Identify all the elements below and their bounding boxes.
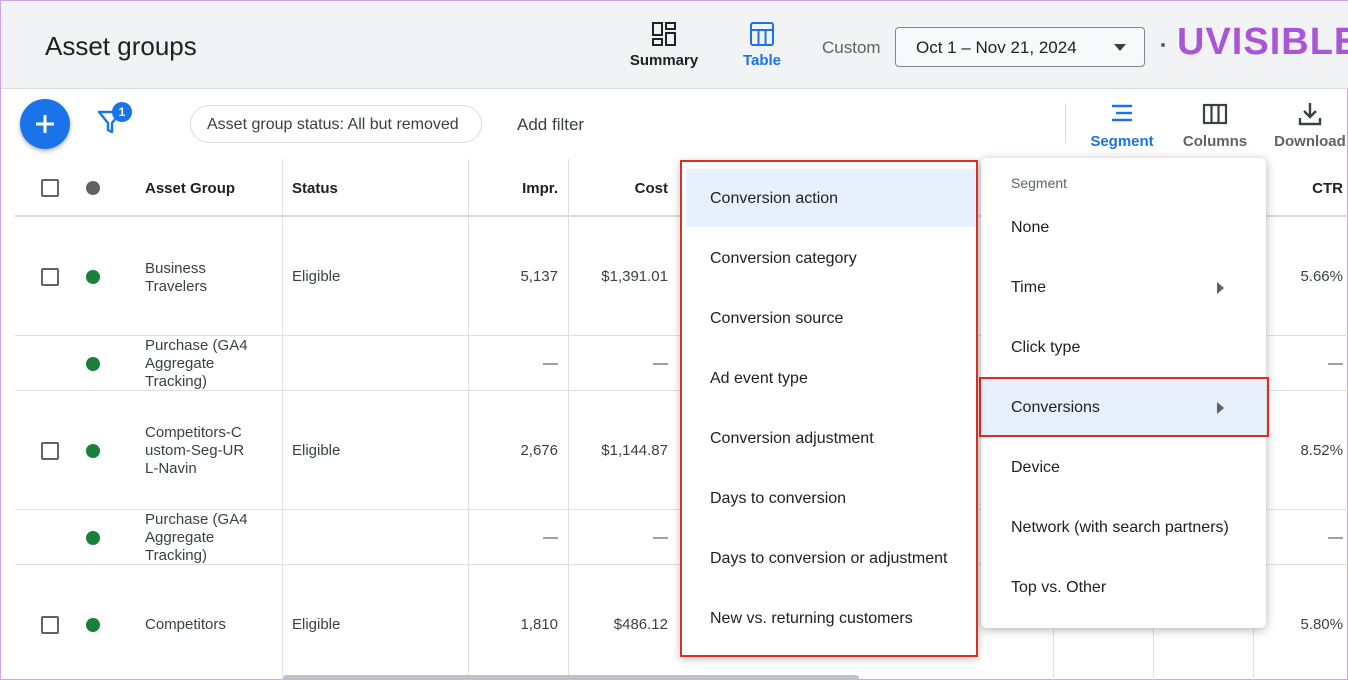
ctr-value: 5.66% xyxy=(1300,268,1343,285)
status-value: Eligible xyxy=(292,442,341,459)
menu-item-label: Time xyxy=(1011,279,1046,296)
segment-menu-title: Segment xyxy=(1011,175,1068,191)
conversion-goal-name: Purchase (GA4 Aggregate Tracking) xyxy=(145,511,248,564)
add-filter-button[interactable]: Add filter xyxy=(517,115,584,135)
ad-event-type-item[interactable]: Ad event type xyxy=(686,349,976,407)
date-range-value: Oct 1 – Nov 21, 2024 xyxy=(916,38,1077,57)
conversion-adjustment-item[interactable]: Conversion adjustment xyxy=(686,409,976,467)
segment-icon xyxy=(1112,104,1132,122)
segment-button[interactable]: Segment xyxy=(1077,101,1167,151)
create-button[interactable] xyxy=(20,99,70,149)
chevron-right-icon xyxy=(1217,282,1224,294)
caret-down-icon xyxy=(1114,44,1126,51)
header-ctr[interactable]: CTR xyxy=(1254,180,1343,197)
segment-menu: Segment None Time Click type Conversions… xyxy=(981,158,1266,628)
impr-value: 2,676 xyxy=(520,442,558,459)
conversion-category-item[interactable]: Conversion category xyxy=(686,229,976,287)
chevron-right-icon xyxy=(1217,402,1224,414)
impr-value: — xyxy=(543,355,558,372)
segment-device[interactable]: Device xyxy=(981,438,1266,496)
status-value: Eligible xyxy=(292,268,341,285)
new-vs-returning-customers-item[interactable]: New vs. returning customers xyxy=(686,589,976,647)
days-to-conversion-item[interactable]: Days to conversion xyxy=(686,469,976,527)
cost-value: $486.12 xyxy=(613,616,668,633)
download-icon xyxy=(1298,103,1322,126)
row-checkbox[interactable] xyxy=(41,442,59,460)
separator-dot xyxy=(1161,43,1165,47)
date-range-label: Custom xyxy=(822,38,881,57)
menu-item-label: Click type xyxy=(1011,339,1081,356)
asset-group-name[interactable]: Business Travelers xyxy=(145,260,255,296)
row-checkbox[interactable] xyxy=(41,268,59,286)
conversion-action-item[interactable]: Conversion action xyxy=(686,169,976,227)
page-header: Asset groups Summary Table Custom Oct 1 … xyxy=(1,1,1348,89)
plus-icon xyxy=(36,115,54,133)
eligible-status-dot xyxy=(86,444,100,458)
table-view-label: Table xyxy=(742,52,782,69)
brand-logo: UVISIBLE xyxy=(1177,21,1348,63)
segment-label: Segment xyxy=(1090,133,1154,150)
summary-view-button[interactable]: Summary xyxy=(619,21,709,70)
download-button[interactable]: Download xyxy=(1265,101,1348,151)
menu-item-label: Top vs. Other xyxy=(1011,579,1107,596)
impr-value: 5,137 xyxy=(520,268,558,285)
filter-count-badge: 1 xyxy=(112,102,132,122)
toolbar-divider xyxy=(1065,103,1066,143)
ctr-value: 5.80% xyxy=(1300,616,1343,633)
conversion-source-item[interactable]: Conversion source xyxy=(686,289,976,347)
table-view-button[interactable]: Table xyxy=(717,21,807,70)
cost-value: — xyxy=(653,355,668,372)
impr-value: — xyxy=(543,529,558,546)
row-checkbox[interactable] xyxy=(41,616,59,634)
date-range-select[interactable]: Oct 1 – Nov 21, 2024 xyxy=(895,27,1145,67)
eligible-status-dot xyxy=(86,531,100,545)
segment-top-vs-other[interactable]: Top vs. Other xyxy=(981,558,1266,616)
segment-conversions[interactable]: Conversions xyxy=(981,378,1266,436)
conversion-goal-name: Purchase (GA4 Aggregate Tracking) xyxy=(145,337,248,390)
conversions-submenu: Conversion action Conversion category Co… xyxy=(680,160,978,657)
impr-value: 1,810 xyxy=(520,616,558,633)
status-filter-chip[interactable]: Asset group status: All but removed xyxy=(190,105,482,143)
header-impr[interactable]: Impr. xyxy=(469,180,558,197)
table-icon xyxy=(750,22,774,46)
menu-item-label: Conversions xyxy=(1011,399,1100,416)
columns-button[interactable]: Columns xyxy=(1170,101,1260,151)
columns-label: Columns xyxy=(1182,133,1248,150)
eligible-status-dot xyxy=(86,270,100,284)
eligible-status-dot xyxy=(86,357,100,371)
select-all-checkbox[interactable] xyxy=(41,179,59,197)
summary-view-label: Summary xyxy=(629,52,699,69)
segment-network[interactable]: Network (with search partners) xyxy=(981,498,1266,556)
menu-item-label: Network (with search partners) xyxy=(1011,519,1229,536)
eligible-status-dot xyxy=(86,618,100,632)
cost-value: $1,391.01 xyxy=(601,268,668,285)
menu-item-label: Device xyxy=(1011,459,1060,476)
menu-item-label: None xyxy=(1011,219,1050,236)
horizontal-scrollbar[interactable] xyxy=(283,675,859,680)
status-value: Eligible xyxy=(292,616,341,633)
days-to-conversion-or-adjustment-item[interactable]: Days to conversion or adjustment xyxy=(686,529,976,587)
asset-group-name[interactable]: Competitors-Custom-Seg-URL-Navin xyxy=(145,424,245,478)
header-cost[interactable]: Cost xyxy=(569,180,668,197)
asset-group-name[interactable]: Competitors xyxy=(145,616,226,633)
header-asset-group[interactable]: Asset Group xyxy=(145,180,235,197)
columns-icon xyxy=(1202,103,1228,125)
segment-click-type[interactable]: Click type xyxy=(981,318,1266,376)
segment-none[interactable]: None xyxy=(981,198,1266,256)
cost-value: — xyxy=(653,529,668,546)
ctr-value: 8.52% xyxy=(1300,442,1343,459)
ctr-value: — xyxy=(1328,355,1343,372)
status-dot-header xyxy=(86,181,100,195)
summary-icon xyxy=(652,22,676,46)
header-status[interactable]: Status xyxy=(292,180,338,197)
download-label: Download xyxy=(1274,133,1346,150)
page-title: Asset groups xyxy=(45,31,197,61)
ctr-value: — xyxy=(1328,529,1343,546)
cost-value: $1,144.87 xyxy=(601,442,668,459)
segment-time[interactable]: Time xyxy=(981,258,1266,316)
